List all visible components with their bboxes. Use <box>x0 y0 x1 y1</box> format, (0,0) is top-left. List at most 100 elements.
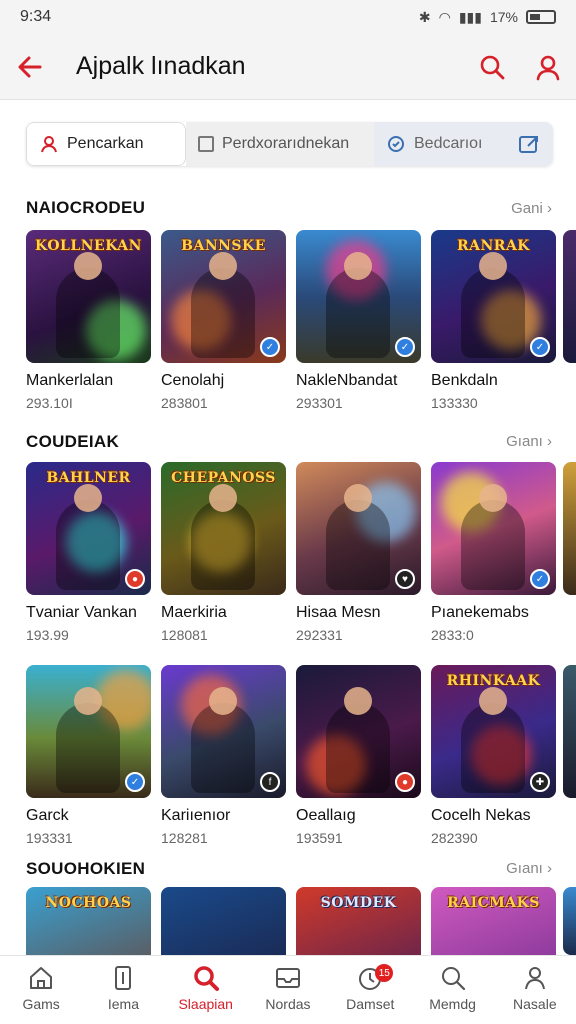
nav-item-search[interactable]: Slaapian <box>171 964 241 1012</box>
section-more-link[interactable]: Gıanı › <box>506 433 552 450</box>
checkbox-icon <box>198 136 214 152</box>
search-icon <box>193 966 219 991</box>
game-row: KOLLNEKAN Mankerlalan 293.10Ι BANNSKE ✓ … <box>26 230 556 411</box>
search-button[interactable] <box>464 34 520 100</box>
game-card[interactable]: ● Oeallaıg 193591 <box>296 665 421 846</box>
game-count: 133330 <box>431 395 478 411</box>
section-title: NAIOCRODEU <box>26 198 146 217</box>
game-thumbnail: ✓ <box>296 230 421 363</box>
game-logo: RAICMAKS <box>447 895 540 911</box>
nav-item-games[interactable]: Gams <box>6 964 76 1012</box>
game-card[interactable]: f Kariıenıor 128281 <box>161 665 286 846</box>
game-thumbnail: ● <box>296 665 421 798</box>
back-button[interactable] <box>0 34 60 100</box>
chat-icon <box>388 136 404 152</box>
game-card[interactable]: ✓ NakleNbandat 293301 <box>296 230 421 411</box>
nav-label: Nasale <box>513 996 557 1012</box>
section-more-link[interactable]: Gani › <box>511 200 552 217</box>
game-thumbnail: ✓ <box>431 462 556 595</box>
game-thumbnail: BAHLNER ● <box>26 462 151 595</box>
section-more-link[interactable]: Gıanı › <box>506 860 552 877</box>
game-name: Kariıenıor <box>161 807 231 824</box>
verified-badge-icon: ✓ <box>530 337 550 357</box>
game-logo: NOCHOAS <box>45 895 132 911</box>
tab-label: Pencarkan <box>67 135 144 152</box>
game-name: Benkdaln <box>431 372 498 389</box>
tab-recommended[interactable]: Perdxorarıdnekan <box>186 122 374 166</box>
game-card[interactable]: ✓ Pıanekemabs 2833:0 <box>431 462 556 643</box>
battery-percent: 17% <box>489 9 518 25</box>
game-thumbnail: f <box>161 665 286 798</box>
game-count: 2833:0 <box>431 627 474 643</box>
game-name: Hisaa Mesn <box>296 604 381 621</box>
game-card[interactable]: RANRAK ✓ Benkdaln 133330 <box>431 230 556 411</box>
game-card[interactable] <box>161 887 286 955</box>
chevron-right-icon: › <box>547 200 552 217</box>
user-icon <box>536 55 560 80</box>
status-time: 9:34 <box>20 8 52 25</box>
game-name: Cenolahj <box>161 372 225 389</box>
door-icon <box>115 966 132 990</box>
share-icon[interactable] <box>517 132 541 156</box>
game-row: ✓ Garck 193331 f Kariıenıor 128281 ● Oea… <box>26 665 556 846</box>
tab-label: Perdxorarıdnekan <box>222 135 350 152</box>
tab-categories[interactable]: Bedcarıoı <box>374 122 553 166</box>
verified-badge-icon: ✓ <box>260 337 280 357</box>
game-thumbnail: BANNSKE ✓ <box>161 230 286 363</box>
tab-search[interactable]: Pencarkan <box>26 122 186 166</box>
game-card[interactable]: NOCHOAS <box>26 887 151 955</box>
game-thumbnail: RANRAK ✓ <box>431 230 556 363</box>
nav-item-history[interactable]: 15 Damset <box>335 964 405 1012</box>
status-badge-icon: ● <box>125 569 145 589</box>
game-count: 283801 <box>161 395 208 411</box>
game-thumbnail: RAICMAKS <box>431 887 556 955</box>
nav-label: Iema <box>107 996 139 1012</box>
game-card[interactable]: RHINKAAK ✚ Cocelh Nekas 282390 <box>431 665 556 846</box>
profile-button[interactable] <box>520 34 576 100</box>
inbox-icon <box>275 968 300 988</box>
game-card[interactable]: RAICMAKS <box>431 887 556 955</box>
game-count: 193.99 <box>26 627 69 643</box>
search-icon <box>480 55 505 79</box>
game-name: Maerkiria <box>161 604 227 621</box>
game-card[interactable]: KOLLNEKAN Mankerlalan 293.10Ι <box>26 230 151 411</box>
game-thumbnail: RHINKAAK ✚ <box>431 665 556 798</box>
status-icons: ✱ ◠ ▮▮▮ 17% <box>419 9 556 26</box>
game-thumbnail: NOCHOAS <box>26 887 151 955</box>
game-name: Mankerlalan <box>26 372 114 389</box>
more-label: Gıanı <box>506 860 543 877</box>
verified-badge-icon: ✓ <box>125 772 145 792</box>
game-card[interactable]: ♥ Hisaa Mesn 292331 <box>296 462 421 643</box>
game-name: Pıanekemabs <box>431 604 529 621</box>
nav-item-profile[interactable]: Nasale <box>500 964 570 1012</box>
game-row: BAHLNER ● Tvaniar Vankan 193.99 CHEPANOS… <box>26 462 556 643</box>
next-card-peek <box>563 887 576 955</box>
section-title: SOUOHOKIEN <box>26 859 146 878</box>
signal-icon: ▮▮▮ <box>458 8 482 25</box>
status-badge-icon: ♥ <box>395 569 415 589</box>
game-count: 293301 <box>296 395 343 411</box>
wifi-icon: ◠ <box>438 8 451 25</box>
game-thumbnail <box>161 887 286 955</box>
profile-icon <box>524 967 545 990</box>
nav-item-memory[interactable]: Memdg <box>418 964 488 1012</box>
game-thumbnail: ♥ <box>296 462 421 595</box>
nav-label: Memdg <box>429 996 476 1012</box>
nav-item-items[interactable]: Iema <box>88 964 158 1012</box>
game-count: 128281 <box>161 830 208 846</box>
more-label: Gıanı <box>506 433 543 450</box>
game-card[interactable]: SOMDEK <box>296 887 421 955</box>
game-name: Garck <box>26 807 69 824</box>
game-card[interactable]: CHEPANOSS Maerkiria 128081 <box>161 462 286 643</box>
nav-item-inbox[interactable]: Nordas <box>253 964 323 1012</box>
game-card[interactable]: BANNSKE ✓ Cenolahj 283801 <box>161 230 286 411</box>
home-icon <box>30 967 53 989</box>
game-count: 282390 <box>431 830 478 846</box>
game-count: 193331 <box>26 830 73 846</box>
next-card-peek <box>563 462 576 595</box>
user-icon <box>41 136 57 153</box>
next-card-peek <box>563 665 576 798</box>
game-card[interactable]: BAHLNER ● Tvaniar Vankan 193.99 <box>26 462 151 643</box>
game-card[interactable]: ✓ Garck 193331 <box>26 665 151 846</box>
game-name: Tvaniar Vankan <box>26 604 137 621</box>
